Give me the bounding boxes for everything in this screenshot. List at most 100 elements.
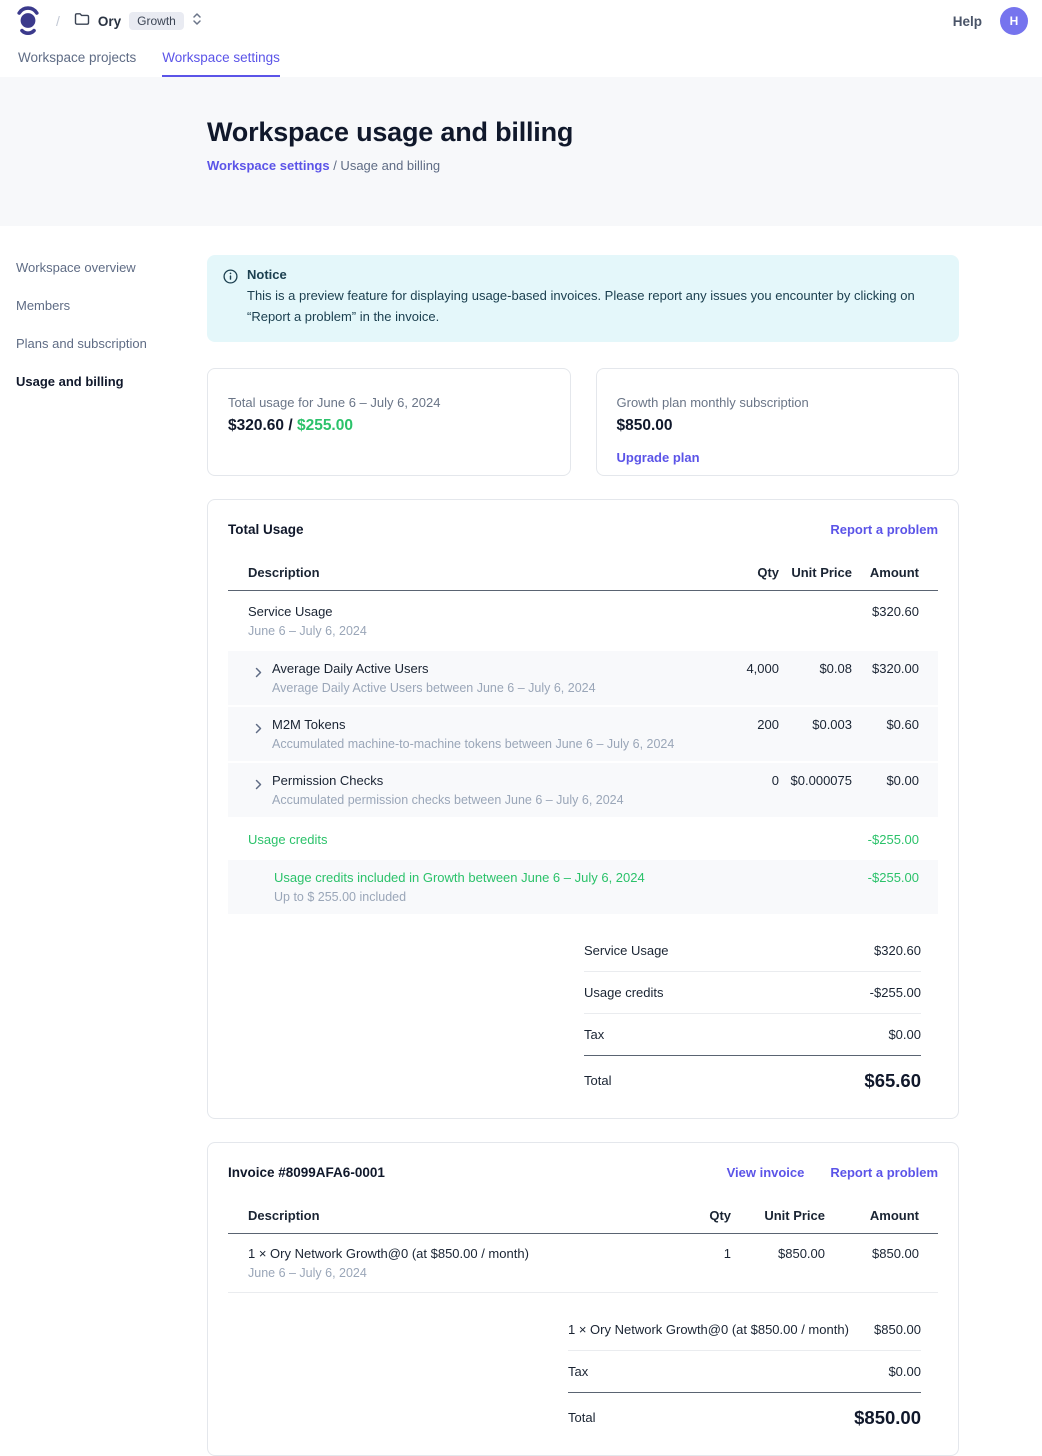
breadcrumb: Workspace settings / Usage and billing — [207, 158, 1042, 173]
table-row-usage-credits: Usage credits -$255.00 — [228, 819, 938, 860]
sidebar-item-plans-and-subscription[interactable]: Plans and subscription — [16, 331, 207, 356]
col-unit-price: Unit Price — [779, 565, 852, 580]
total-usage-card: Total usage for June 6 – July 6, 2024 $3… — [207, 368, 571, 476]
col-amount: Amount — [852, 565, 919, 580]
row-qty: 4,000 — [709, 661, 779, 695]
table-row-average-daily-active-users[interactable]: Average Daily Active Users Average Daily… — [228, 651, 938, 705]
sidebar-item-workspace-overview[interactable]: Workspace overview — [16, 255, 207, 280]
report-problem-link-invoice[interactable]: Report a problem — [830, 1165, 938, 1180]
usage-summary: Service Usage $320.60 Usage credits -$25… — [584, 930, 938, 1094]
row-name: Average Daily Active Users — [272, 661, 596, 676]
user-avatar[interactable]: H — [1000, 7, 1028, 35]
row-name: 1 × Ory Network Growth@0 (at $850.00 / m… — [248, 1246, 661, 1261]
summary-label: Tax — [568, 1364, 588, 1379]
col-amount: Amount — [825, 1208, 919, 1223]
summary-row-line-item: 1 × Ory Network Growth@0 (at $850.00 / m… — [568, 1309, 921, 1351]
selector-chevrons-icon — [192, 12, 202, 31]
workspace-name: Ory — [98, 14, 121, 29]
row-amount: -$255.00 — [852, 832, 919, 847]
chevron-right-icon[interactable] — [255, 777, 262, 795]
info-icon — [223, 269, 238, 328]
settings-sidebar: Workspace overview Members Plans and sub… — [0, 226, 207, 407]
page-title: Workspace usage and billing — [207, 117, 1042, 148]
row-qty: 0 — [709, 773, 779, 807]
upgrade-plan-link[interactable]: Upgrade plan — [617, 450, 700, 465]
invoice-line-item: 1 × Ory Network Growth@0 (at $850.00 / m… — [228, 1234, 938, 1293]
chevron-right-icon[interactable] — [255, 721, 262, 739]
table-row-m2m-tokens[interactable]: M2M Tokens Accumulated machine-to-machin… — [228, 707, 938, 761]
col-description: Description — [248, 565, 709, 580]
summary-label: Service Usage — [584, 943, 669, 958]
sidebar-item-members[interactable]: Members — [16, 293, 207, 318]
row-qty: 200 — [709, 717, 779, 751]
row-name: Permission Checks — [272, 773, 624, 788]
col-description: Description — [248, 1208, 661, 1223]
invoice-title: Invoice #8099AFA6-0001 — [228, 1165, 385, 1180]
subscription-label: Growth plan monthly subscription — [617, 395, 939, 410]
total-label: Total — [584, 1073, 611, 1088]
row-description: Accumulated machine-to-machine tokens be… — [272, 737, 674, 751]
view-invoice-link[interactable]: View invoice — [727, 1165, 805, 1180]
usage-table-title: Total Usage — [228, 522, 304, 537]
row-amount: $320.00 — [852, 661, 919, 695]
help-link[interactable]: Help — [953, 14, 982, 29]
row-period: June 6 – July 6, 2024 — [248, 1266, 661, 1280]
total-value: $65.60 — [864, 1070, 921, 1092]
summary-label: Usage credits — [584, 985, 663, 1000]
usage-amount-value: $320.60 — [228, 417, 284, 434]
table-row-service-usage: Service Usage June 6 – July 6, 2024 $320… — [228, 591, 938, 651]
summary-label: 1 × Ory Network Growth@0 (at $850.00 / m… — [568, 1322, 849, 1337]
row-amount: -$255.00 — [852, 870, 919, 904]
row-period: June 6 – July 6, 2024 — [248, 624, 709, 638]
summary-row-tax: Tax $0.00 — [568, 1351, 921, 1393]
summary-row-tax: Tax $0.00 — [584, 1014, 921, 1056]
total-usage-amount: $320.60 / $255.00 — [228, 417, 550, 435]
top-bar: / Ory Growth Help H — [0, 0, 1042, 42]
row-name: M2M Tokens — [272, 717, 674, 732]
tab-workspace-projects[interactable]: Workspace projects — [18, 50, 136, 77]
row-name: Usage credits included in Growth between… — [274, 870, 709, 885]
plan-badge: Growth — [129, 12, 184, 30]
report-problem-link-usage[interactable]: Report a problem — [830, 522, 938, 537]
row-description: Up to $ 255.00 included — [274, 890, 709, 904]
usage-table-header: Description Qty Unit Price Amount — [228, 557, 938, 591]
folder-icon — [74, 12, 90, 31]
row-amount: $850.00 — [825, 1246, 919, 1280]
summary-row-usage-credits: Usage credits -$255.00 — [584, 972, 921, 1014]
summary-value: -$255.00 — [870, 985, 921, 1000]
breadcrumb-link-workspace-settings[interactable]: Workspace settings — [207, 158, 330, 173]
row-unit-price: $0.08 — [779, 661, 852, 695]
workspace-switcher[interactable]: Ory Growth — [74, 12, 202, 31]
summary-value: $0.00 — [888, 1364, 921, 1379]
invoice-card: Invoice #8099AFA6-0001 View invoice Repo… — [207, 1142, 959, 1456]
main-content: Notice This is a preview feature for dis… — [207, 226, 959, 1456]
preview-notice: Notice This is a preview feature for dis… — [207, 255, 959, 342]
page-header: Workspace usage and billing Workspace se… — [0, 77, 1042, 226]
row-unit-price: $850.00 — [731, 1246, 825, 1280]
row-unit-price: $0.003 — [779, 717, 852, 751]
row-amount: $0.60 — [852, 717, 919, 751]
total-usage-label: Total usage for June 6 – July 6, 2024 — [228, 395, 550, 410]
invoice-summary: 1 × Ory Network Growth@0 (at $850.00 / m… — [568, 1309, 938, 1431]
tab-workspace-settings[interactable]: Workspace settings — [162, 50, 280, 77]
workspace-tabs: Workspace projects Workspace settings — [0, 42, 1042, 77]
row-description: Average Daily Active Users between June … — [272, 681, 596, 695]
subscription-card: Growth plan monthly subscription $850.00… — [596, 368, 960, 476]
summary-value: $0.00 — [888, 1027, 921, 1042]
summary-value: $320.60 — [874, 943, 921, 958]
row-amount: $320.60 — [852, 604, 919, 638]
invoice-table-header: Description Qty Unit Price Amount — [228, 1200, 938, 1234]
ory-logo-icon[interactable] — [16, 6, 40, 36]
summary-row-total: Total $850.00 — [568, 1393, 921, 1431]
table-row-permission-checks[interactable]: Permission Checks Accumulated permission… — [228, 763, 938, 817]
table-row-usage-credits-detail: Usage credits included in Growth between… — [228, 860, 938, 914]
row-qty: 1 — [661, 1246, 731, 1280]
row-name: Service Usage — [248, 604, 709, 619]
total-value: $850.00 — [854, 1407, 921, 1429]
notice-title: Notice — [247, 267, 939, 282]
breadcrumb-current: / Usage and billing — [330, 158, 441, 173]
breadcrumb-separator: / — [56, 13, 60, 29]
chevron-right-icon[interactable] — [255, 665, 262, 683]
sidebar-item-usage-and-billing[interactable]: Usage and billing — [16, 369, 207, 394]
subscription-amount: $850.00 — [617, 417, 939, 435]
